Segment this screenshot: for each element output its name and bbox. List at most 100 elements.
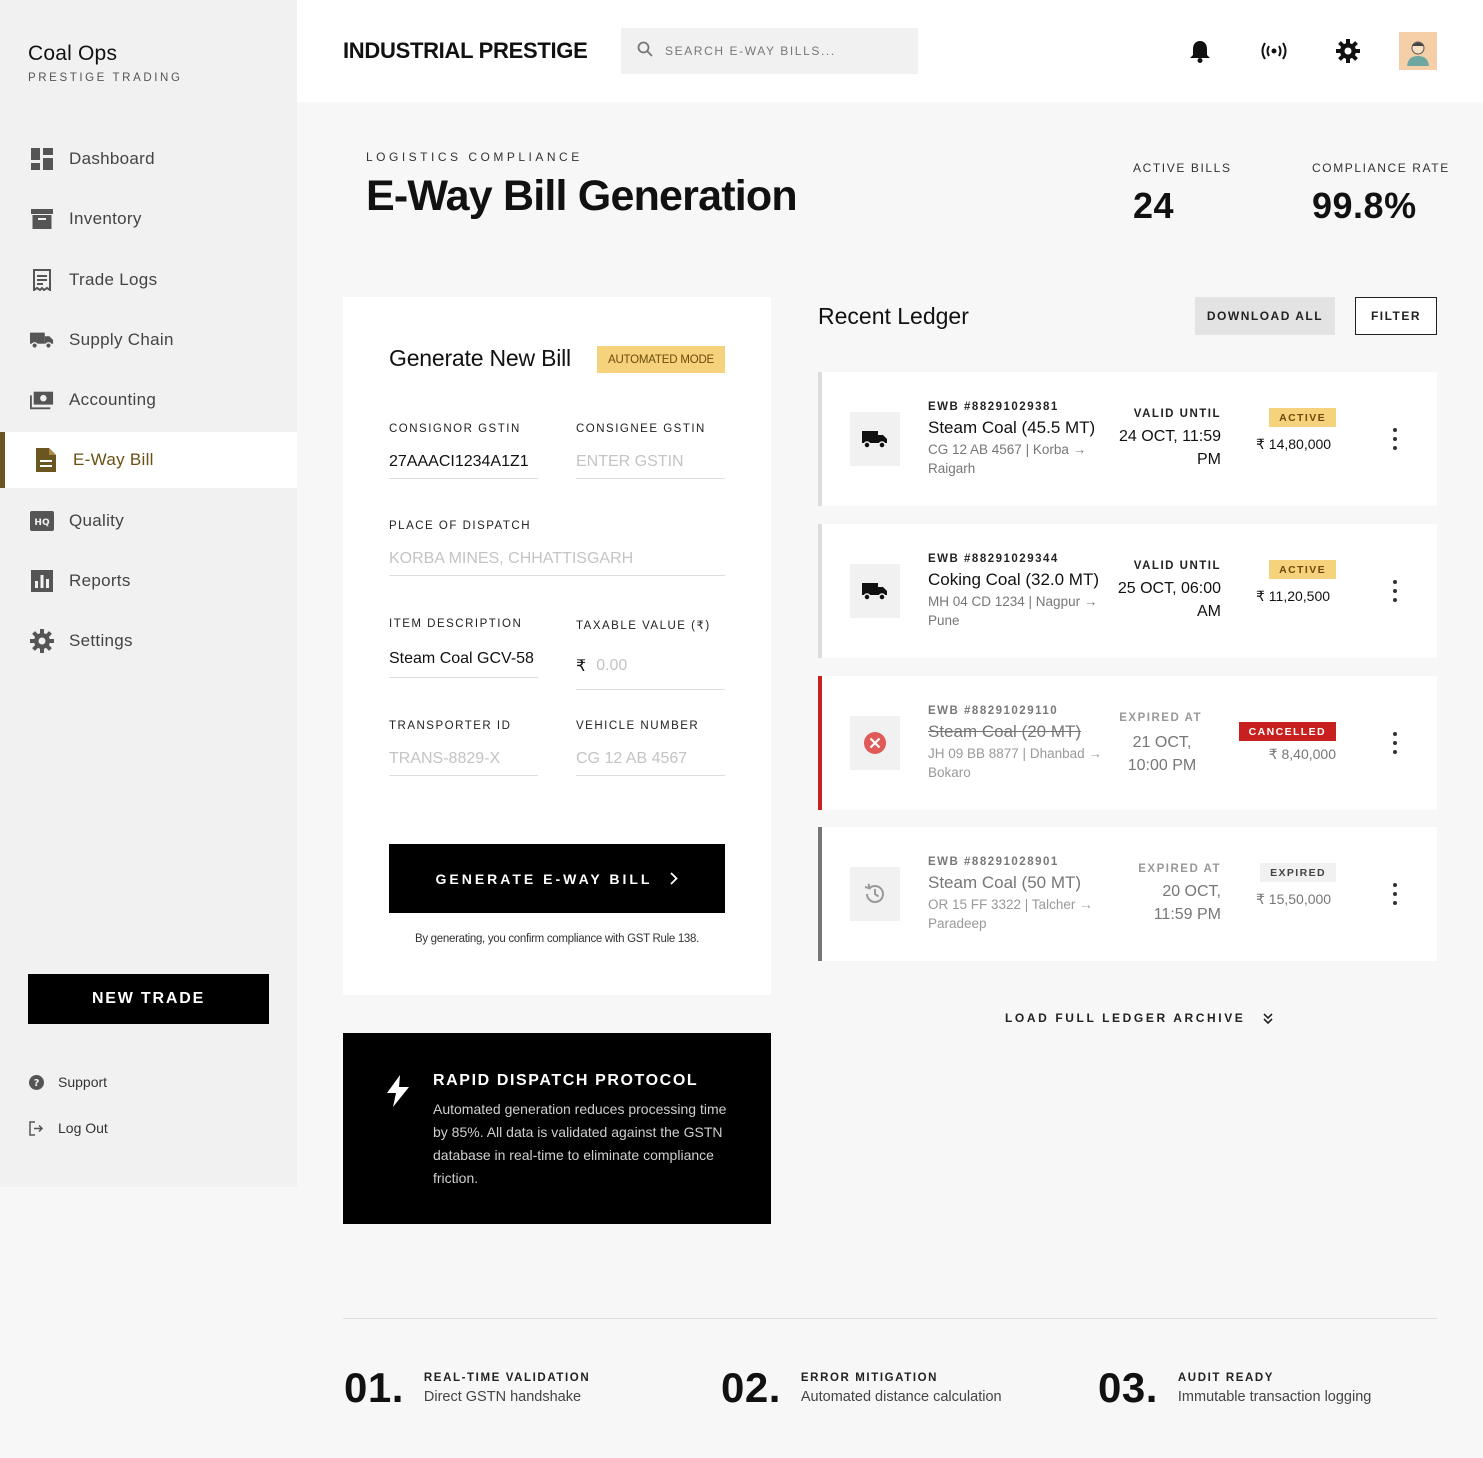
field-label: VEHICLE NUMBER [576,720,700,732]
help-icon: ? [28,1074,44,1090]
ledger-title: Recent Ledger [818,303,969,329]
sidebar-item-supply-chain[interactable]: Supply Chain [0,312,297,368]
feature-number: 03. [1098,1364,1158,1411]
feature-description: Immutable transaction logging [1177,1389,1372,1405]
feature-title: ERROR MITIGATION [800,1372,939,1384]
truck-icon [850,412,900,466]
load-more-label: LOAD FULL LEDGER ARCHIVE [1005,1011,1246,1025]
svg-text:?: ? [33,1078,39,1089]
ledger-row[interactable]: EWB #88291029381 Steam Coal (45.5 MT) CG… [818,372,1437,506]
chevron-right-icon [670,872,679,885]
settings-icon[interactable] [1335,38,1361,64]
broadcast-icon[interactable] [1261,38,1287,64]
item-description-field: ITEM DESCRIPTION [389,618,538,678]
hq-icon: HQ [30,509,54,533]
field-underline [389,445,538,479]
more-options-icon[interactable] [1389,883,1401,905]
sidebar-item-e-way-bill[interactable]: E-Way Bill [0,432,297,489]
document-icon [34,448,58,473]
consignor-gstin-field: CONSIGNOR GSTIN [389,423,538,479]
sidebar-item-label: Supply Chain [69,329,174,349]
more-options-icon[interactable] [1389,580,1401,602]
stat-compliance-rate: COMPLIANCE RATE 99.8% [1312,161,1450,227]
download-all-button[interactable]: DOWNLOAD ALL [1195,297,1335,335]
consignee-gstin-input[interactable] [576,452,725,471]
generate-button-label: GENERATE E-WAY BILL [435,870,653,887]
ewb-route: OR 15 FF 3322 | Talcher → Paradeep [928,897,1093,931]
rapid-dispatch-protocol: RAPID DISPATCH PROTOCOL Automated genera… [343,1033,771,1224]
feature-title: AUDIT READY [1177,1372,1275,1384]
ewb-item: Steam Coal (20 MT) [928,722,1082,741]
ledger-row[interactable]: EWB #88291029344 Coking Coal (32.0 MT) M… [818,524,1437,658]
field-label: CONSIGNEE GSTIN [576,423,706,435]
generate-e-way-bill-button[interactable]: GENERATE E-WAY BILL [389,844,725,913]
sidebar-item-accounting[interactable]: Accounting [0,372,297,428]
ewb-number: EWB #88291029381 [928,401,1059,413]
validity-time: 25 OCT, 06:00 AM [1117,580,1221,620]
user-avatar[interactable] [1399,32,1437,70]
status-badge: EXPIRED [1260,863,1336,882]
validity-label: VALID UNTIL [1133,408,1221,420]
stat-value: 99.8% [1312,185,1417,226]
item-description-input[interactable] [389,649,538,668]
new-trade-button[interactable]: NEW TRADE [28,974,269,1024]
field-label: TAXABLE VALUE (₹) [576,620,711,632]
feature-audit-ready: 03. AUDIT READY Immutable transaction lo… [1098,1362,1371,1414]
sidebar-item-trade-logs[interactable]: Trade Logs [0,252,297,308]
field-underline: ₹ [576,642,725,690]
notifications-icon[interactable] [1187,38,1213,64]
receipt-icon [30,268,54,292]
filter-button[interactable]: FILTER [1355,297,1437,335]
sidebar-item-dashboard[interactable]: Dashboard [0,131,297,187]
sidebar-item-label: Trade Logs [69,269,158,289]
consignor-gstin-input[interactable] [389,452,538,471]
sidebar-item-quality[interactable]: HQ Quality [0,493,297,549]
ewb-amount: ₹ 11,20,500 [1256,588,1331,604]
search-input[interactable] [665,44,905,58]
place-of-dispatch-input[interactable] [389,549,725,568]
validity-time: 21 OCT, 10:00 PM [1127,734,1197,774]
truck-icon [850,564,900,618]
search-icon [637,41,653,62]
field-label: ITEM DESCRIPTION [389,618,523,630]
more-options-icon[interactable] [1389,428,1401,450]
double-chevron-down-icon [1263,1012,1273,1024]
sidebar: Coal Ops PRESTIGE TRADING Dashboard Inve… [0,0,297,1187]
feature-title: REAL-TIME VALIDATION [423,1372,591,1384]
field-underline [389,640,538,678]
sidebar-item-reports[interactable]: Reports [0,553,297,609]
section-divider [343,1318,1437,1319]
vehicle-number-input[interactable] [576,749,725,768]
field-label: PLACE OF DISPATCH [389,520,532,532]
ledger-row[interactable]: EWB #88291029110 Steam Coal (20 MT) JH 0… [818,676,1437,810]
validity-label: EXPIRED AT [1119,712,1202,724]
support-label: Support [58,1074,108,1090]
sidebar-item-inventory[interactable]: Inventory [0,191,297,247]
svg-text:HQ: HQ [34,518,50,528]
logout-label: Log Out [58,1120,108,1136]
search-bar[interactable] [621,28,918,74]
ewb-number: EWB #88291029344 [928,553,1059,565]
ewb-route: CG 12 AB 4567 | Korba → Raigarh [928,442,1087,476]
ledger-row[interactable]: EWB #88291028901 Steam Coal (50 MT) OR 1… [818,827,1437,961]
sidebar-item-label: Quality [69,510,125,530]
page-eyebrow: LOGISTICS COMPLIANCE [366,150,583,164]
load-full-ledger-button[interactable]: LOAD FULL LEDGER ARCHIVE [1005,1011,1273,1025]
dashboard-icon [30,147,54,171]
card-title: Generate New Bill [389,345,571,371]
more-options-icon[interactable] [1389,732,1401,754]
sidebar-item-settings[interactable]: Settings [0,613,297,669]
consignee-gstin-field: CONSIGNEE GSTIN [576,423,725,479]
taxable-value-input[interactable] [596,656,725,675]
validity-time: 24 OCT, 11:59 PM [1119,428,1221,468]
logout-link[interactable]: Log Out [28,1120,108,1136]
top-header: INDUSTRIAL PRESTIGE [297,0,1483,102]
logout-icon [28,1120,44,1136]
transporter-id-input[interactable] [389,749,538,768]
ewb-route: MH 04 CD 1234 | Nagpur → Pune [928,594,1098,628]
ewb-item: Coking Coal (32.0 MT) [928,570,1100,589]
ewb-number: EWB #88291029110 [928,705,1059,717]
stat-label: COMPLIANCE RATE [1312,161,1450,175]
validity-time: 20 OCT, 11:59 PM [1153,883,1221,923]
support-link[interactable]: ? Support [28,1074,107,1090]
